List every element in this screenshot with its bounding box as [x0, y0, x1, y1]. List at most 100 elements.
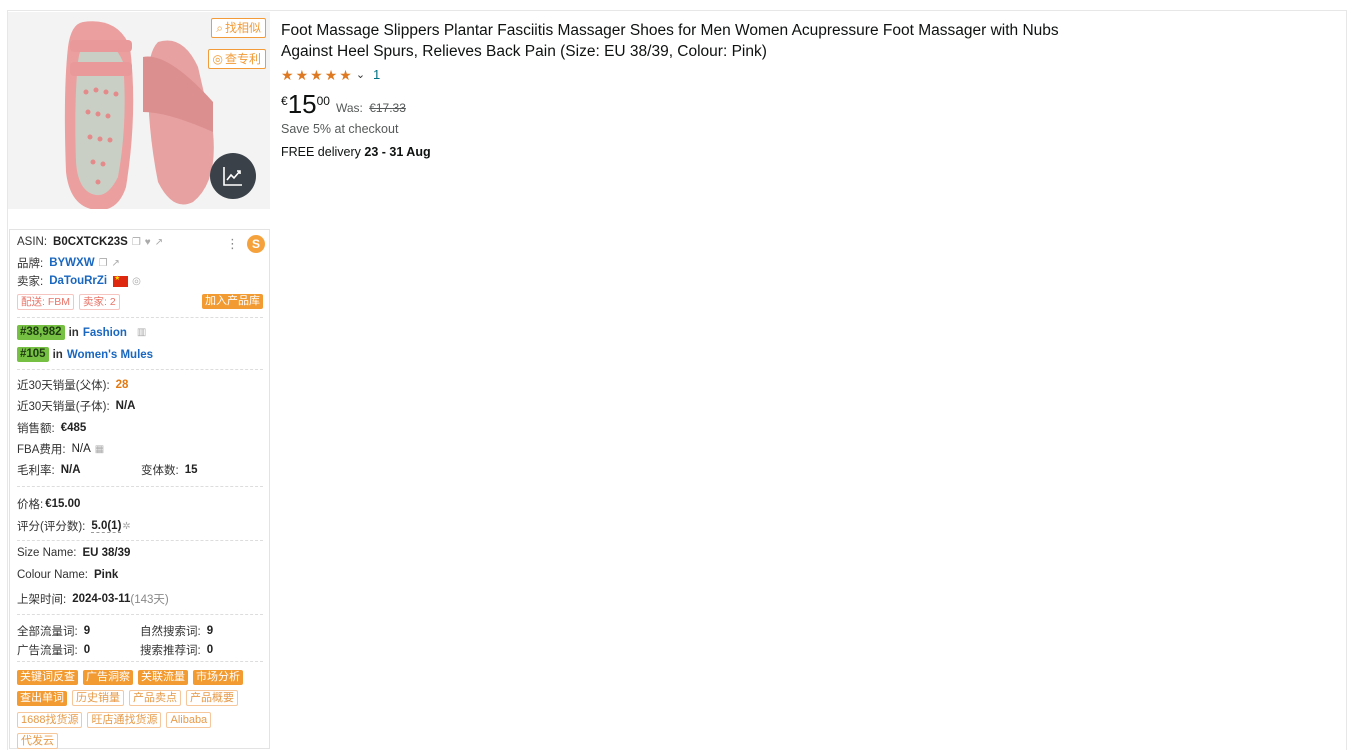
rank-category-link[interactable]: Fashion [83, 327, 127, 339]
sellers-count-tag[interactable]: 卖家: 2 [79, 294, 120, 310]
rank-in: in [52, 348, 63, 361]
kw-all-value[interactable]: 9 [84, 625, 90, 637]
copy-icon[interactable]: ❐ [99, 258, 108, 269]
heart-icon[interactable]: ♥ [145, 237, 151, 248]
dropship-cloud-button[interactable]: 代发云 [17, 733, 58, 749]
brand-row: 品牌: BYWXW ❐ ↗ [17, 255, 120, 271]
fulfillment-row: 配送: FBM 卖家: 2 [17, 294, 120, 310]
patent-icon: ◎ [212, 52, 223, 66]
fba-row: FBA费用: N/A ▦ [17, 441, 104, 457]
divider [17, 317, 263, 318]
star-icon: ★ [310, 66, 323, 83]
location-icon[interactable]: ◎ [132, 276, 141, 287]
rating-row[interactable]: ★ ★ ★ ★ ★ ⌄ 1 [281, 67, 380, 82]
kw-all-label: 全部流量词: [17, 626, 78, 638]
ad-insight-button[interactable]: 广告洞察 [83, 670, 133, 685]
was-label: Was: [335, 101, 363, 115]
extension-logo-icon[interactable]: S [247, 235, 265, 253]
tools-row-3: 1688找货源 旺店通找货源 Alibaba [17, 712, 212, 728]
bar-chart-icon[interactable]: ▥ [137, 327, 146, 338]
china-flag-icon [113, 274, 129, 287]
price-chart-button[interactable] [210, 153, 256, 199]
listed-value: 2024-03-11 [72, 593, 131, 605]
copy-icon[interactable]: ❐ [132, 237, 141, 248]
source-1688-button[interactable]: 1688找货源 [17, 712, 83, 728]
add-to-library-button[interactable]: 加入产品库 [202, 294, 263, 309]
star-icon: ★ [339, 66, 352, 83]
calculator-icon[interactable]: ▦ [95, 444, 104, 455]
kw-ads-label: 广告流量词: [17, 645, 78, 657]
more-options-icon[interactable]: ⋮ [226, 236, 239, 252]
rating-count-link[interactable]: 1 [373, 67, 380, 82]
price-whole: 15 [287, 89, 317, 119]
kw-rec-label: 搜索推荐词: [140, 645, 201, 657]
kw-organic-row: 自然搜索词: 9 [140, 623, 213, 639]
share-icon[interactable]: ↗ [112, 258, 120, 269]
rating-value[interactable]: 5.0(1) [91, 520, 122, 533]
price-label: 价格: [17, 499, 44, 511]
rating-info-row: 评分(评分数): 5.0(1) ✲ [17, 518, 131, 534]
price-row: 价格: €15.00 [17, 496, 80, 512]
fbm-tag: 配送: FBM [17, 294, 74, 310]
sales-history-button[interactable]: 历史销量 [72, 690, 124, 706]
colour-value: Pink [93, 569, 119, 581]
margin-label: 毛利率: [17, 465, 55, 477]
variants-value: 15 [184, 464, 198, 476]
divider [17, 614, 263, 615]
selling-points-button[interactable]: 产品卖点 [129, 690, 181, 706]
brand-link[interactable]: BYWXW [49, 257, 94, 269]
sales-parent-label: 近30天销量(父体): [17, 380, 110, 392]
kw-ads-value[interactable]: 0 [84, 644, 90, 656]
rank-row-1: #38,982 in Fashion ▥ [17, 325, 146, 340]
price-block: € 15 00 Was: €17.33 [281, 88, 406, 120]
market-analysis-button[interactable]: 市场分析 [193, 670, 243, 685]
seller-label: 卖家: [17, 276, 44, 288]
was-price-value: €17.33 [369, 101, 406, 115]
seller-sprite-panel: ⋮ S ASIN: B0CXTCK23S ❐ ♥ ↗ 品牌: BYWXW ❐ ↗… [9, 229, 270, 749]
asin-value: B0CXTCK23S [53, 236, 128, 248]
kw-rec-value[interactable]: 0 [207, 644, 213, 656]
fba-label: FBA费用: [17, 444, 66, 456]
find-similar-button[interactable]: ⌕ 找相似 [211, 18, 266, 38]
kw-organic-label: 自然搜索词: [140, 626, 201, 638]
rank-category-link[interactable]: Women's Mules [67, 349, 153, 361]
listed-label: 上架时间: [17, 594, 67, 606]
rank-row-2: #105 in Women's Mules [17, 347, 153, 362]
check-patent-label: 查专利 [224, 52, 261, 66]
divider [17, 486, 263, 487]
fba-value: N/A [71, 443, 91, 455]
order-keywords-button[interactable]: 查出单词 [17, 690, 67, 706]
delivery-text: FREE delivery 23 - 31 Aug [281, 145, 431, 159]
seller-row: 卖家: DaTouRrZi ◎ [17, 273, 141, 289]
rank-badge: #38,982 [17, 325, 65, 340]
check-patent-button[interactable]: ◎ 查专利 [207, 49, 266, 69]
star-icon: ★ [281, 66, 294, 83]
price-value: €15.00 [45, 498, 81, 510]
chevron-down-icon[interactable]: ⌄ [356, 68, 365, 81]
size-label: Size Name: [17, 547, 77, 559]
sparkle-icon[interactable]: ✲ [122, 521, 130, 532]
margin-value: N/A [60, 464, 81, 476]
related-traffic-button[interactable]: 关联流量 [138, 670, 188, 685]
keyword-reverse-button[interactable]: 关键词反查 [17, 670, 78, 685]
product-image[interactable]: ⌕ 找相似 ◎ 查专利 [8, 12, 270, 211]
sales-child-row: 近30天销量(子体): N/A [17, 398, 135, 414]
price-currency: € [281, 94, 288, 108]
sales-child-label: 近30天销量(子体): [17, 401, 110, 413]
delivery-dates: 23 - 31 Aug [364, 145, 431, 159]
product-overview-button[interactable]: 产品概要 [186, 690, 238, 706]
kw-organic-value[interactable]: 9 [207, 625, 213, 637]
share-icon[interactable]: ↗ [155, 237, 163, 248]
revenue-label: 销售额: [17, 423, 55, 435]
variants-label: 变体数: [141, 465, 179, 477]
tools-row-2: 查出单词 历史销量 产品卖点 产品概要 [17, 690, 238, 706]
wangdiantong-source-button[interactable]: 旺店通找货源 [87, 712, 162, 728]
search-icon: ⌕ [216, 21, 223, 35]
seller-link[interactable]: DaTouRrZi [49, 275, 107, 287]
product-title[interactable]: Foot Massage Slippers Plantar Fasciitis … [281, 20, 1071, 62]
kw-rec-row: 搜索推荐词: 0 [140, 642, 213, 658]
margin-row: 毛利率: N/A [17, 462, 81, 478]
rank-in: in [68, 326, 79, 339]
alibaba-button[interactable]: Alibaba [166, 712, 212, 728]
brand-label: 品牌: [17, 258, 44, 270]
